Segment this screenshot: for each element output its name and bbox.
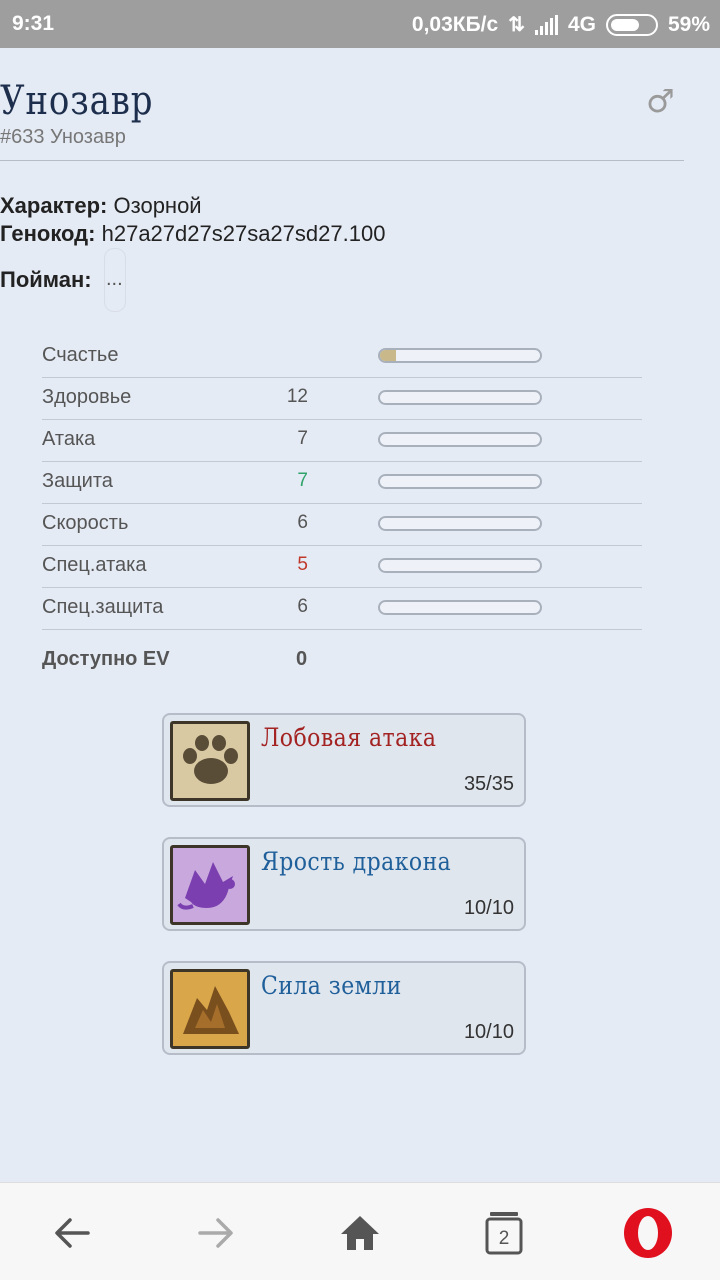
browser-navbar: 2	[0, 1182, 720, 1280]
stat-label: Защита	[42, 470, 113, 492]
stat-label: Счастье	[42, 344, 119, 366]
signal-icon	[534, 14, 558, 35]
stat-label: Спец.атака	[42, 554, 147, 576]
caught-row: Пойман:	[0, 267, 92, 293]
character-row: Характер: Озорной	[0, 193, 202, 219]
paw-icon	[170, 721, 250, 801]
stat-bar	[378, 558, 542, 573]
page-subtitle: #633 Унозавр	[0, 126, 126, 148]
genocode-label: Генокод:	[0, 221, 96, 246]
stat-row: Счастье	[42, 336, 642, 378]
rock-icon	[170, 969, 250, 1049]
network-type: 4G	[567, 12, 596, 36]
battery-icon	[605, 13, 658, 36]
stat-bar	[378, 390, 542, 405]
stats-table: Счастье Здоровье 12 Атака 7 Защита 7 Ско…	[42, 336, 642, 630]
tabs-count: 2	[499, 1228, 510, 1249]
move-name: Ярость дракона	[261, 847, 452, 876]
stat-value: 5	[297, 554, 308, 575]
stat-bar	[378, 600, 542, 615]
move-card[interactable]: Ярость дракона 10/10	[162, 837, 526, 931]
move-card[interactable]: Сила земли 10/10	[162, 961, 526, 1055]
tabs-icon[interactable]: 2	[472, 1201, 536, 1265]
network-speed: 0,03КБ/с	[411, 12, 499, 36]
stat-value: 6	[297, 512, 308, 533]
stat-bar	[378, 516, 542, 531]
status-icons: 0,03КБ/с ⇅ 4G 59%	[412, 12, 710, 37]
stat-row: Скорость 6	[42, 504, 642, 546]
male-icon: ♂	[646, 82, 675, 120]
stat-value: 7	[297, 428, 308, 449]
battery-percent: 59%	[667, 12, 710, 36]
move-card[interactable]: Лобовая атака 35/35	[162, 713, 526, 807]
header-divider	[0, 160, 684, 161]
stat-label: Здоровье	[42, 386, 132, 408]
character-label: Характер:	[0, 193, 108, 218]
stat-bar	[378, 474, 542, 489]
pokemon-page: Унозавр #633 Унозавр ♂ Характер: Озорной…	[0, 48, 720, 1182]
opera-icon[interactable]	[616, 1201, 680, 1265]
caught-value: ...	[106, 268, 123, 290]
data-transfer-icon: ⇅	[508, 14, 525, 36]
ev-value: 0	[296, 648, 308, 670]
stat-row: Защита 7	[42, 462, 642, 504]
caught-label: Пойман:	[0, 267, 92, 292]
genocode-row: Генокод: h27a27d27s27sa27sd27.100	[0, 221, 385, 247]
back-arrow-icon[interactable]	[40, 1201, 104, 1265]
stat-label: Скорость	[42, 512, 129, 534]
move-pp: 10/10	[463, 897, 514, 919]
stat-row: Атака 7	[42, 420, 642, 462]
stat-value: 12	[286, 386, 308, 407]
home-icon[interactable]	[328, 1201, 392, 1265]
dragon-icon	[170, 845, 250, 925]
move-pp: 10/10	[463, 1021, 514, 1043]
stat-label: Спец.защита	[42, 596, 164, 618]
stat-row: Спец.атака 5	[42, 546, 642, 588]
stat-bar	[378, 432, 542, 447]
forward-arrow-icon[interactable]	[184, 1201, 248, 1265]
move-name: Лобовая атака	[261, 723, 437, 752]
genocode-value: h27a27d27s27sa27sd27.100	[101, 221, 386, 246]
move-name: Сила земли	[261, 971, 402, 1000]
available-ev: Доступно EV 0	[42, 648, 342, 671]
status-bar: 9:31 0,03КБ/с ⇅ 4G 59%	[0, 0, 720, 48]
stat-row: Здоровье 12	[42, 378, 642, 420]
status-time: 9:31	[12, 12, 55, 35]
page-title: Унозавр	[0, 78, 154, 124]
ev-label: Доступно EV	[42, 648, 170, 670]
stat-label: Атака	[42, 428, 96, 450]
character-value: Озорной	[113, 193, 202, 218]
stat-value: 7	[297, 470, 308, 491]
stat-row: Спец.защита 6	[42, 588, 642, 630]
move-pp: 35/35	[463, 773, 514, 795]
stat-bar-fill	[380, 350, 396, 361]
stat-value: 6	[297, 596, 308, 617]
stat-bar	[378, 348, 542, 363]
